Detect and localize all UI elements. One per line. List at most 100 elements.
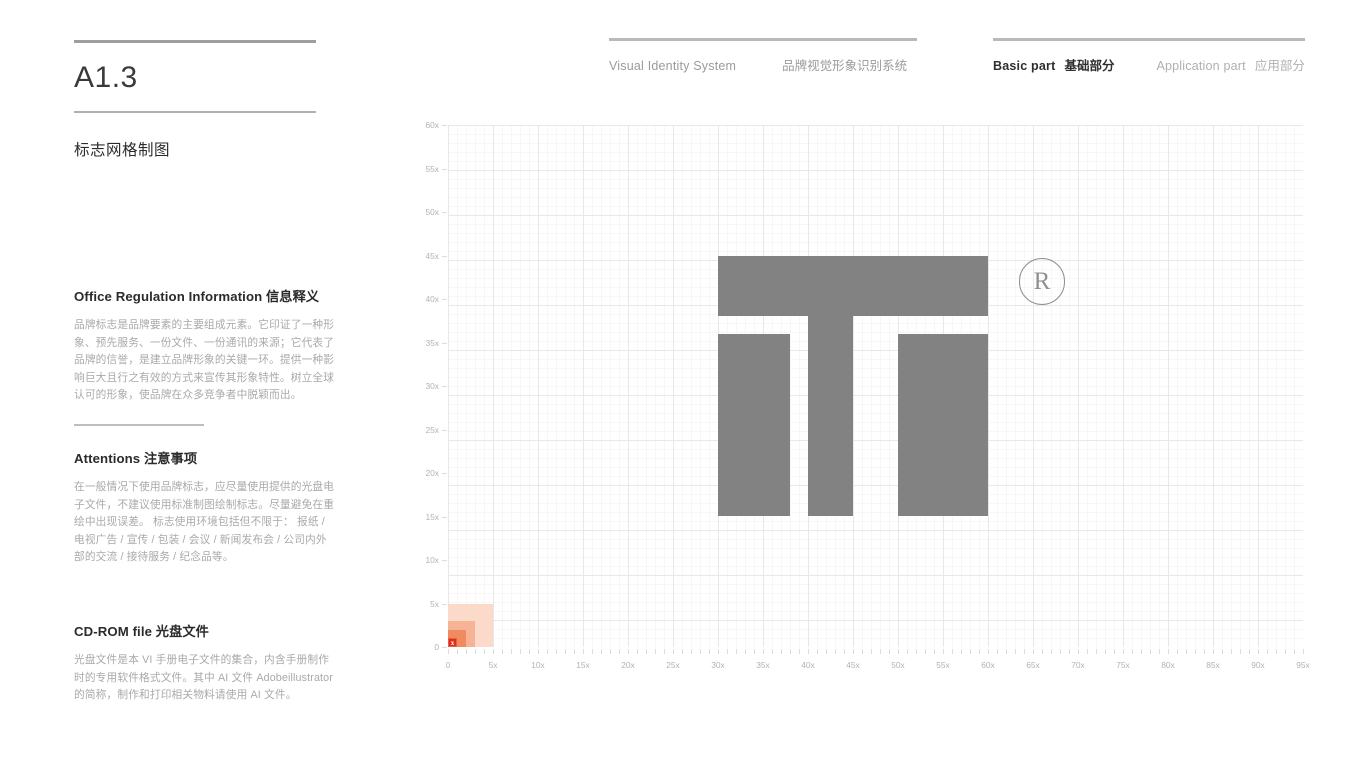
- x-axis-tick-label: 70x: [1071, 660, 1085, 670]
- x-axis-tick-mark: [655, 649, 656, 654]
- x-axis-tick-mark: [682, 649, 683, 654]
- header-title-en: Visual Identity System: [609, 59, 737, 73]
- y-axis-tick-label: 10x: [425, 555, 439, 565]
- x-axis-tick-mark: [1159, 649, 1160, 654]
- y-axis-tick-mark: [442, 386, 447, 387]
- section-code: A1.3: [74, 61, 138, 94]
- x-axis-tick-label: 45x: [846, 660, 860, 670]
- x-axis-tick-label: 60x: [981, 660, 995, 670]
- header-brand-group: Visual Identity System 品牌视觉形象识别系统: [609, 38, 917, 74]
- x-axis-tick-mark: [592, 649, 593, 654]
- info-block-attentions-body: 在一般情况下使用品牌标志，应尽量使用提供的光盘电子文件，不建议使用标准制图绘制标…: [74, 481, 335, 564]
- x-axis-tick-mark: [1060, 649, 1061, 654]
- x-axis-tick-mark: [1042, 649, 1043, 654]
- x-axis-tick-label: 85x: [1206, 660, 1220, 670]
- registered-trademark-icon: R: [1018, 258, 1066, 305]
- info-block-office-regulation-heading: Office Regulation Information 信息释义: [74, 289, 320, 304]
- sidebar-block-divider: [74, 424, 204, 426]
- y-axis-tick-mark: [442, 516, 447, 518]
- y-axis-tick-label: 15x: [425, 511, 439, 522]
- info-block-attentions-heading: Attentions 注意事项: [74, 451, 198, 466]
- nav-tab-application-part[interactable]: Application part 应用部分: [1156, 55, 1304, 74]
- x-axis-tick-label: 25x: [666, 660, 680, 670]
- x-axis-tick-mark: [1123, 649, 1124, 654]
- x-axis-tick-mark: [691, 649, 692, 654]
- x-axis-tick-mark: [1096, 649, 1097, 654]
- x-axis-tick-mark: [538, 649, 539, 654]
- x-axis-tick-mark: [511, 649, 512, 654]
- x-axis-tick-mark: [934, 649, 935, 654]
- x-axis-tick-mark: [1213, 649, 1214, 654]
- x-axis-tick-mark: [1033, 649, 1034, 654]
- x-axis-tick-mark: [475, 649, 476, 654]
- y-axis-tick-label: 30x: [425, 381, 439, 391]
- x-axis-tick-mark: [1150, 649, 1151, 654]
- x-axis-tick-mark: [1177, 649, 1178, 654]
- nav-tab-basic-part-label-en: Basic part: [993, 59, 1056, 73]
- y-axis-tick-mark: [442, 647, 447, 648]
- x-axis-tick-mark: [844, 649, 845, 654]
- y-axis-tick-mark: [442, 212, 447, 213]
- info-block-office-regulation-body: 品牌标志是品牌要素的主要组成元素。它印证了一种形象、预先服务、一份文件、一份通讯…: [74, 319, 335, 402]
- y-axis-tick-mark: [442, 125, 447, 126]
- x-axis-tick-label: 95x: [1296, 660, 1310, 670]
- x-axis-tick-mark: [1114, 649, 1115, 654]
- y-axis-tick-mark: [442, 473, 447, 474]
- x-axis-tick-mark: [754, 649, 755, 654]
- x-axis-tick-mark: [1132, 649, 1133, 654]
- x-axis-tick-mark: [1258, 649, 1259, 654]
- x-axis-tick-label: 5x: [488, 660, 498, 670]
- x-axis-tick-mark: [718, 649, 719, 654]
- x-axis-tick-mark: [1231, 649, 1232, 654]
- x-axis-tick-mark: [898, 649, 899, 654]
- header-rule-left: [609, 38, 917, 41]
- x-axis-tick-mark: [745, 649, 746, 654]
- x-axis-tick-mark: [709, 649, 710, 654]
- logo-shape-center-stem: [808, 316, 853, 517]
- y-axis-tick-mark: [442, 603, 447, 605]
- y-axis-tick-label: 0: [434, 642, 439, 652]
- x-axis-tick-mark: [889, 649, 890, 654]
- info-block-office-regulation: Office Regulation Information 信息释义 品牌标志是…: [74, 286, 336, 405]
- logo-shape-top-crossbar: [718, 255, 988, 317]
- y-axis-tick-mark: [442, 299, 447, 300]
- x-axis-tick-mark: [1006, 649, 1007, 654]
- x-axis-tick-mark: [1051, 649, 1052, 654]
- x-axis-tick-label: 55x: [936, 660, 950, 670]
- x-axis-tick-mark: [1186, 649, 1187, 654]
- x-axis-tick-mark: [484, 649, 485, 654]
- x-axis-tick-mark: [907, 649, 908, 654]
- x-axis-tick-mark: [979, 649, 980, 654]
- x-axis-tick-mark: [556, 649, 557, 654]
- y-axis-tick-mark: [442, 255, 447, 257]
- x-axis-tick-mark: [673, 649, 674, 654]
- x-axis-tick-mark: [1276, 649, 1277, 654]
- x-axis-tick-mark: [529, 649, 530, 654]
- sidebar-rule-mid: [74, 111, 316, 113]
- x-axis-tick-mark: [547, 649, 548, 654]
- x-axis-tick-mark: [1222, 649, 1223, 654]
- y-axis-tick-label: 40x: [425, 294, 439, 304]
- sidebar-rule-top: [74, 40, 316, 43]
- x-axis-tick-mark: [1303, 649, 1304, 654]
- x-axis-tick-label: 30x: [711, 660, 725, 670]
- x-axis-tick-mark: [493, 649, 494, 654]
- x-axis-tick-mark: [502, 649, 503, 654]
- x-axis-tick-label: 65x: [1026, 660, 1040, 670]
- x-axis-tick-mark: [880, 649, 881, 654]
- x-axis-tick-mark: [952, 649, 953, 654]
- x-axis-tick-mark: [1195, 649, 1196, 654]
- nav-tab-basic-part[interactable]: Basic part 基础部分: [993, 55, 1114, 74]
- y-axis-tick-mark: [442, 342, 447, 344]
- x-axis-tick-mark: [781, 649, 782, 654]
- x-axis-tick-mark: [610, 649, 611, 654]
- x-axis-tick-label: 50x: [891, 660, 905, 670]
- x-axis-tick-mark: [943, 649, 944, 654]
- x-axis-tick-mark: [997, 649, 998, 654]
- x-axis-tick-label: 80x: [1161, 660, 1175, 670]
- x-axis-tick-label: 15x: [576, 660, 590, 670]
- x-axis-tick-mark: [763, 649, 764, 654]
- x-axis-tick-mark: [790, 649, 791, 654]
- info-block-cdrom-heading: CD-ROM file 光盘文件: [74, 624, 209, 639]
- x-axis-tick-label: 0: [445, 660, 451, 670]
